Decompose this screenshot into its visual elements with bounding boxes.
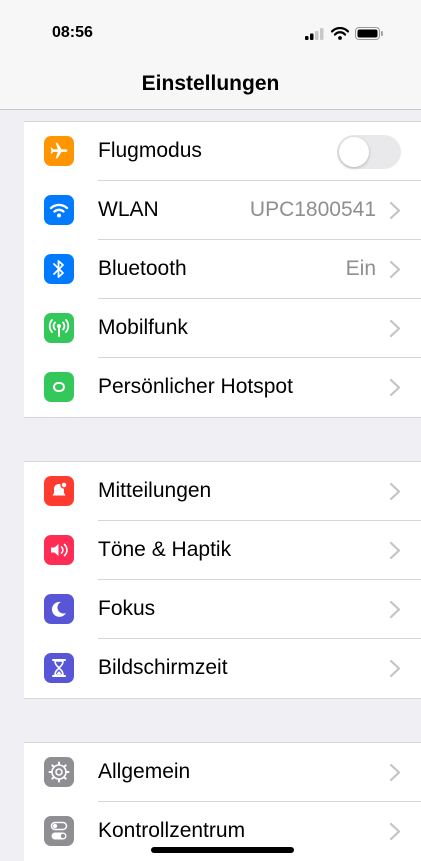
settings-row-label: WLAN bbox=[98, 198, 159, 221]
settings-row-wlan[interactable]: WLAN UPC1800541 bbox=[24, 181, 421, 240]
chevron-right-icon bbox=[389, 378, 401, 397]
settings-row-label: Bildschirmzeit bbox=[98, 656, 228, 679]
wifi-status-icon bbox=[331, 27, 349, 40]
chevron-right-icon bbox=[389, 201, 401, 220]
airplane-icon bbox=[44, 136, 74, 166]
chevron-right-icon bbox=[389, 763, 401, 782]
settings-row-hotspot[interactable]: Persönlicher Hotspot bbox=[24, 358, 421, 417]
settings-row-label: Allgemein bbox=[98, 760, 191, 783]
cellular-antenna-icon bbox=[44, 313, 74, 343]
toggle-knob bbox=[339, 137, 369, 167]
battery-icon bbox=[355, 27, 383, 40]
status-time: 08:56 bbox=[52, 24, 93, 41]
page-title: Einstellungen bbox=[141, 72, 280, 95]
settings-row-label: Persönlicher Hotspot bbox=[98, 375, 293, 398]
settings-row-flugmodus[interactable]: Flugmodus bbox=[24, 122, 421, 181]
home-indicator[interactable] bbox=[151, 847, 294, 853]
settings-row-label: Töne & Haptik bbox=[98, 538, 232, 561]
bluetooth-status-value: Ein bbox=[345, 257, 376, 280]
moon-icon bbox=[44, 594, 74, 624]
chevron-right-icon bbox=[389, 260, 401, 279]
settings-row-bluetooth[interactable]: Bluetooth Ein bbox=[24, 240, 421, 299]
settings-group-connectivity: Flugmodus WLAN UPC1800541 Bluetooth Ein bbox=[24, 121, 421, 418]
settings-row-bildschirmzeit[interactable]: Bildschirmzeit bbox=[24, 639, 421, 698]
settings-row-allgemein[interactable]: Allgemein bbox=[24, 743, 421, 802]
speaker-icon bbox=[44, 535, 74, 565]
cellular-signal-icon bbox=[305, 27, 324, 40]
settings-row-mitteilungen[interactable]: Mitteilungen bbox=[24, 462, 421, 521]
settings-row-label: Bluetooth bbox=[98, 257, 187, 280]
settings-row-toene-haptik[interactable]: Töne & Haptik bbox=[24, 521, 421, 580]
chevron-right-icon bbox=[389, 319, 401, 338]
notification-bell-icon bbox=[44, 476, 74, 506]
chevron-right-icon bbox=[389, 822, 401, 841]
chevron-right-icon bbox=[389, 659, 401, 678]
status-icons bbox=[305, 27, 383, 40]
wifi-icon bbox=[44, 195, 74, 225]
settings-row-fokus[interactable]: Fokus bbox=[24, 580, 421, 639]
settings-row-label: Mobilfunk bbox=[98, 316, 188, 339]
status-bar: 08:56 bbox=[0, 0, 421, 62]
hourglass-icon bbox=[44, 653, 74, 683]
settings-row-label: Flugmodus bbox=[98, 139, 202, 162]
settings-row-mobilfunk[interactable]: Mobilfunk bbox=[24, 299, 421, 358]
airplane-mode-toggle[interactable] bbox=[337, 135, 401, 169]
chevron-right-icon bbox=[389, 482, 401, 501]
settings-row-label: Mitteilungen bbox=[98, 479, 212, 502]
chevron-right-icon bbox=[389, 541, 401, 560]
wifi-network-value: UPC1800541 bbox=[249, 198, 376, 221]
toggles-icon bbox=[44, 816, 74, 846]
bluetooth-icon bbox=[44, 254, 74, 284]
navigation-bar: Einstellungen bbox=[0, 62, 421, 110]
chevron-right-icon bbox=[389, 600, 401, 619]
settings-row-label: Kontrollzentrum bbox=[98, 819, 246, 842]
settings-group-general: Allgemein Kontrollzentrum bbox=[24, 742, 421, 861]
hotspot-link-icon bbox=[44, 372, 74, 402]
gear-icon bbox=[44, 757, 74, 787]
settings-group-notifications: Mitteilungen Töne & Haptik Fokus Bildsch… bbox=[24, 461, 421, 699]
settings-row-label: Fokus bbox=[98, 597, 156, 620]
